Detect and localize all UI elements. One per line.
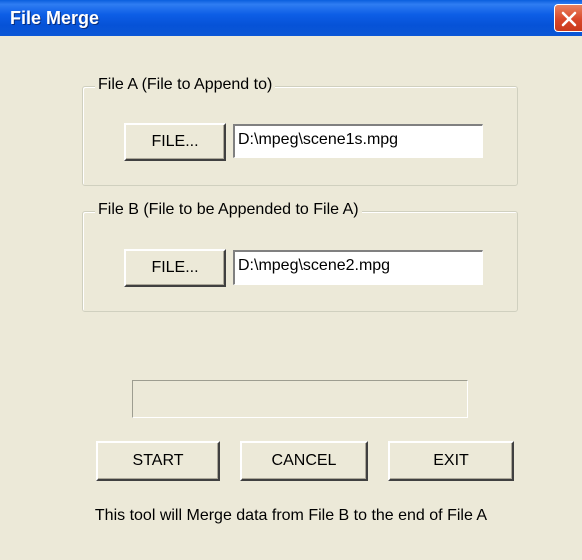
file-a-browse-button[interactable]: FILE... <box>124 123 226 161</box>
info-text: This tool will Merge data from File B to… <box>94 507 488 524</box>
file-b-group-label: File B (File to be Appended to File A) <box>95 201 362 219</box>
window-title: File Merge <box>10 8 100 28</box>
exit-button[interactable]: EXIT <box>388 441 514 481</box>
file-a-path-input[interactable]: D:\mpeg\scene1s.mpg <box>233 124 483 158</box>
close-button[interactable] <box>554 4 582 32</box>
title-bar[interactable]: File Merge <box>0 0 582 36</box>
cancel-button[interactable]: CANCEL <box>240 441 368 481</box>
merge-progress-bar <box>132 380 468 418</box>
start-button[interactable]: START <box>96 441 220 481</box>
file-b-path-input[interactable]: D:\mpeg\scene2.mpg <box>233 250 483 285</box>
file-a-group-label: File A (File to Append to) <box>95 76 276 94</box>
file-b-browse-button[interactable]: FILE... <box>124 249 226 287</box>
file-merge-window: File Merge File A (File to Append to) FI… <box>0 0 582 560</box>
